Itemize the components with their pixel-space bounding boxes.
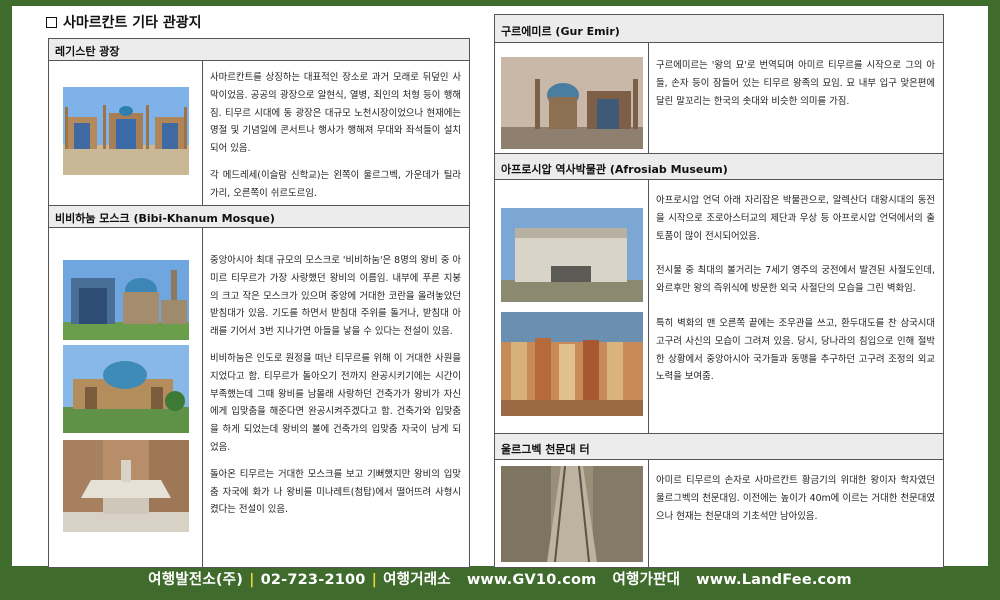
footer-label: 여행거래소	[383, 572, 451, 588]
paragraph: 각 메드레세(이슬람 신학교)는 왼쪽이 울르그벡, 가운데가 틸라가리, 오른…	[210, 169, 461, 199]
footer-company: 여행발전소(주)	[148, 572, 244, 588]
image-column	[49, 228, 203, 567]
bibi-khanum-mosque-photo	[63, 260, 189, 340]
checkbox-bullet-icon	[46, 17, 57, 28]
paragraph: 구르에미르는 '왕의 묘'로 번역되며 아미르 티무르를 시작으로 그의 아들,…	[656, 60, 935, 107]
image-column	[495, 43, 649, 153]
paragraph: 특히 벽화의 맨 오른쪽 끝에는 조우관을 쓰고, 환두대도를 찬 삼국시대 고…	[656, 317, 935, 383]
footer-bar: 여행발전소(주) | 02-723-2100 | 여행거래소 www.GV10.com 여행…	[0, 568, 1000, 596]
section-gur-emir: 구르에미르 (Gur Emir) 구르에미르는 '왕의 묘'로 번역되며 아미르…	[494, 14, 944, 154]
footer-link[interactable]: www.GV10.com	[467, 572, 597, 588]
section-text: 중앙아시아 최대 규모의 모스크로 '비비하눔'은 8명의 왕비 중 아미르 티…	[201, 228, 469, 567]
footer-link[interactable]: www.LandFee.com	[696, 572, 852, 588]
paragraph: 비비하눔은 인도로 원정을 떠난 티무르를 위해 이 거대한 사원을 지었다고 …	[210, 352, 461, 453]
section-bibi-khanum: 비비하눔 모스크 (Bibi-Khanum Mosque) 중앙아시아 최대 규…	[48, 205, 470, 568]
section-afrosiab-museum: 아프로시압 역사박물관 (Afrosiab Museum) 아프로시압 언덕 아…	[494, 153, 944, 434]
paragraph: 아미르 티무르의 손자로 사마르칸트 황금기의 위대한 왕이자 학자였던 울르그…	[656, 475, 935, 522]
section-heading: 구르에미르 (Gur Emir)	[495, 15, 943, 43]
quran-stand-photo	[63, 440, 189, 532]
paragraph: 아프로시압 언덕 아래 자리잡은 박물관으로, 알렉산더 대왕시대의 동전을 시…	[656, 195, 935, 242]
image-column	[495, 460, 649, 567]
paragraph: 전시물 중 최대의 볼거리는 7세기 영주의 궁전에서 발견된 사절도인데, 와…	[656, 265, 935, 295]
section-registan: 레기스탄 광장 사마르칸트를 상징하는 대표적인 장소로 과거 모래로 뒤덮인 …	[48, 38, 470, 206]
image-column	[49, 61, 203, 205]
footer-label: 여행가판대	[612, 572, 681, 588]
section-heading: 아프로시압 역사박물관 (Afrosiab Museum)	[495, 154, 943, 180]
section-text: 아프로시압 언덕 아래 자리잡은 박물관으로, 알렉산더 대왕시대의 동전을 시…	[647, 180, 943, 433]
gur-emir-mausoleum-photo	[501, 57, 643, 149]
image-column	[495, 180, 649, 433]
footer-separator: |	[371, 572, 378, 588]
paragraph: 중앙아시아 최대 규모의 모스크로 '비비하눔'은 8명의 왕비 중 아미르 티…	[210, 255, 461, 338]
registan-square-photo	[63, 87, 189, 175]
section-text: 아미르 티무르의 손자로 사마르칸트 황금기의 위대한 왕이자 학자였던 울르그…	[647, 460, 943, 567]
section-heading: 레기스탄 광장	[49, 39, 469, 61]
footer-phone: 02-723-2100	[260, 572, 366, 588]
footer-separator: |	[249, 572, 255, 588]
afrosiab-museum-building-photo	[501, 208, 643, 302]
paragraph: 돌아온 티무르는 거대한 모스크를 보고 기뻐했지만 왕비의 입맞춤 자국에 화…	[210, 468, 461, 516]
document-page: 사마르칸트 기타 관광지 레기스탄 광장 사마르칸트를 상징하는 대표적인 장소…	[12, 6, 988, 568]
bibi-khanum-courtyard-photo	[63, 345, 189, 433]
page-title: 사마르칸트 기타 관광지	[46, 12, 202, 32]
afrosiab-mural-photo	[501, 312, 643, 416]
section-heading: 울르그벡 천문대 터	[495, 434, 943, 460]
section-heading: 비비하눔 모스크 (Bibi-Khanum Mosque)	[49, 206, 469, 228]
observatory-remains-photo	[501, 466, 643, 562]
section-text: 구르에미르는 '왕의 묘'로 번역되며 아미르 티무르를 시작으로 그의 아들,…	[647, 43, 943, 153]
section-ulugh-beg-observatory: 울르그벡 천문대 터 아미르 티무르의 손자로 사마르칸트 황금기의 위대한 왕…	[494, 433, 944, 568]
section-text: 사마르칸트를 상징하는 대표적인 장소로 과거 모래로 뒤덮인 사막이었음. 공…	[201, 61, 469, 205]
paragraph: 사마르칸트를 상징하는 대표적인 장소로 과거 모래로 뒤덮인 사막이었음. 공…	[210, 72, 461, 155]
